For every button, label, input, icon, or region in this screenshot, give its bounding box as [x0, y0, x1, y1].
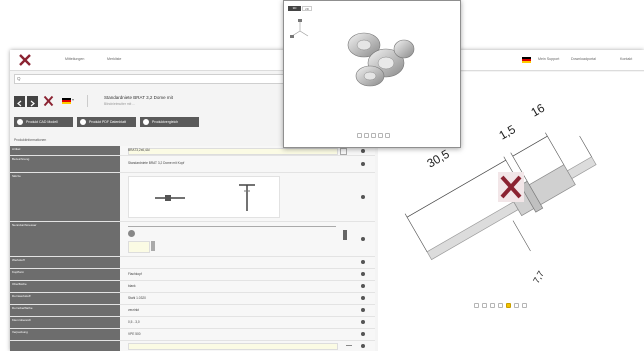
dimension-diameter-label: 7,7 [531, 269, 546, 285]
property-row: Verpackung VPE 500 [10, 329, 375, 341]
compare-button[interactable]: Produktvergleich [140, 117, 199, 127]
head-form-value: Flachkopf [128, 272, 142, 276]
packaging-value: VPE 500 [128, 332, 141, 336]
gear-icon[interactable] [361, 237, 365, 241]
product-title: Standardniete BRAT 3,2 Dome mit [104, 95, 173, 100]
back-button[interactable] [14, 96, 25, 107]
zoom-out-icon[interactable] [364, 133, 369, 138]
nav-watchlist-link[interactable]: Merkliste [107, 57, 121, 61]
nav-support-link[interactable]: Mein Support [538, 57, 559, 61]
compare-icon [143, 119, 149, 125]
pdf-datasheet-button[interactable]: Produkt PDF Datenblatt [77, 117, 136, 127]
gear-icon[interactable] [361, 162, 365, 166]
tab-3d[interactable]: 3D [288, 6, 301, 11]
slider-handle[interactable] [128, 230, 135, 237]
chevron-down-icon[interactable]: ▾ [72, 97, 74, 102]
3d-preview-popup[interactable]: 3D 2D [283, 0, 461, 148]
rotate-icon[interactable] [490, 303, 495, 308]
article-value: BRAT3,2x6,4Al [128, 148, 150, 152]
rivet-3d-model[interactable] [334, 21, 424, 101]
range-track [128, 226, 336, 227]
view-cube-icon[interactable] [290, 19, 310, 43]
product-subtitle: Blindnietmutter mit ... [104, 102, 135, 106]
mandrel-material-value: Stahl 1.0320 [128, 296, 146, 300]
brand-logo[interactable] [18, 53, 32, 67]
tab-2d[interactable]: 2D [302, 6, 312, 11]
property-row: Bezeichnung Standardniete BRAT 3,2 Dome … [10, 156, 375, 173]
pan-icon[interactable] [378, 133, 383, 138]
property-row: Werkstoff [10, 257, 375, 269]
dimension-collar-label: 1,5 [497, 122, 519, 143]
download-icon [17, 119, 23, 125]
property-row: Nenndurchmesser [10, 222, 375, 257]
property-row: Klemmbereich 0,5 - 3,0 [10, 317, 375, 329]
dimension-length-label: 30,5 [425, 147, 453, 171]
mandrel-surface-value: verzinkt [128, 308, 139, 312]
language-flag-icon[interactable] [62, 98, 71, 104]
document-icon [80, 119, 86, 125]
gear-icon[interactable] [361, 308, 365, 312]
zoom-in-icon[interactable] [474, 303, 479, 308]
gear-icon[interactable] [361, 320, 365, 324]
gear-icon[interactable] [361, 284, 365, 288]
rotate-icon[interactable] [371, 133, 376, 138]
copy-icon[interactable] [340, 148, 347, 155]
fit-view-icon[interactable] [506, 303, 511, 308]
stepper-button[interactable] [343, 230, 347, 240]
gear-icon[interactable] [361, 272, 365, 276]
property-row [10, 341, 375, 351]
nav-download-link[interactable]: Downloadportal [571, 57, 596, 61]
divider [87, 95, 88, 107]
property-row: Kopfform Flachkopf [10, 269, 375, 281]
gear-icon[interactable] [361, 332, 365, 336]
zoom-in-icon[interactable] [357, 133, 362, 138]
gear-icon[interactable] [361, 149, 365, 153]
reset-view-icon[interactable] [385, 133, 390, 138]
property-row: Dornwerkstoff Stahl 1.0320 [10, 293, 375, 305]
designation-value: Standardniete BRAT 3,2 Dome mit Kopf [128, 161, 185, 165]
product-properties-panel: Artikel BRAT3,2x6,4Al Bezeichnung Standa… [10, 146, 375, 351]
nav-contact-link[interactable]: Kontakt [620, 57, 632, 61]
gear-icon[interactable] [361, 260, 365, 264]
gear-icon[interactable] [361, 344, 365, 348]
measure-icon[interactable] [514, 303, 519, 308]
search-icon: Q [17, 76, 21, 81]
fullscreen-icon[interactable] [522, 303, 527, 308]
property-row: Oberfläche blank [10, 281, 375, 293]
grip-range-value: 0,5 - 3,0 [128, 320, 140, 324]
zoom-out-icon[interactable] [482, 303, 487, 308]
dimension-body-label: 16 [529, 101, 548, 120]
pan-icon[interactable] [498, 303, 503, 308]
property-row: Skizze [10, 173, 375, 222]
value-input[interactable] [128, 343, 338, 350]
cad-model-button[interactable]: Produkt CAD Modell [14, 117, 73, 127]
property-row: Dornoberfläche verzinkt [10, 305, 375, 317]
gear-icon[interactable] [361, 195, 365, 199]
section-label: Produktinformationen [14, 138, 47, 142]
surface-value: blank [128, 284, 136, 288]
forward-button[interactable] [27, 96, 38, 107]
technical-sketch[interactable] [128, 176, 280, 218]
brand-mark-icon [498, 172, 524, 202]
gear-icon[interactable] [361, 296, 365, 300]
stepper-handle[interactable] [151, 241, 155, 251]
brand-logo-small [43, 95, 54, 107]
german-flag-icon[interactable] [522, 57, 531, 63]
value-input[interactable] [128, 241, 150, 253]
nav-messages-link[interactable]: Mitteilungen [65, 57, 84, 61]
minus-icon[interactable] [346, 345, 352, 346]
